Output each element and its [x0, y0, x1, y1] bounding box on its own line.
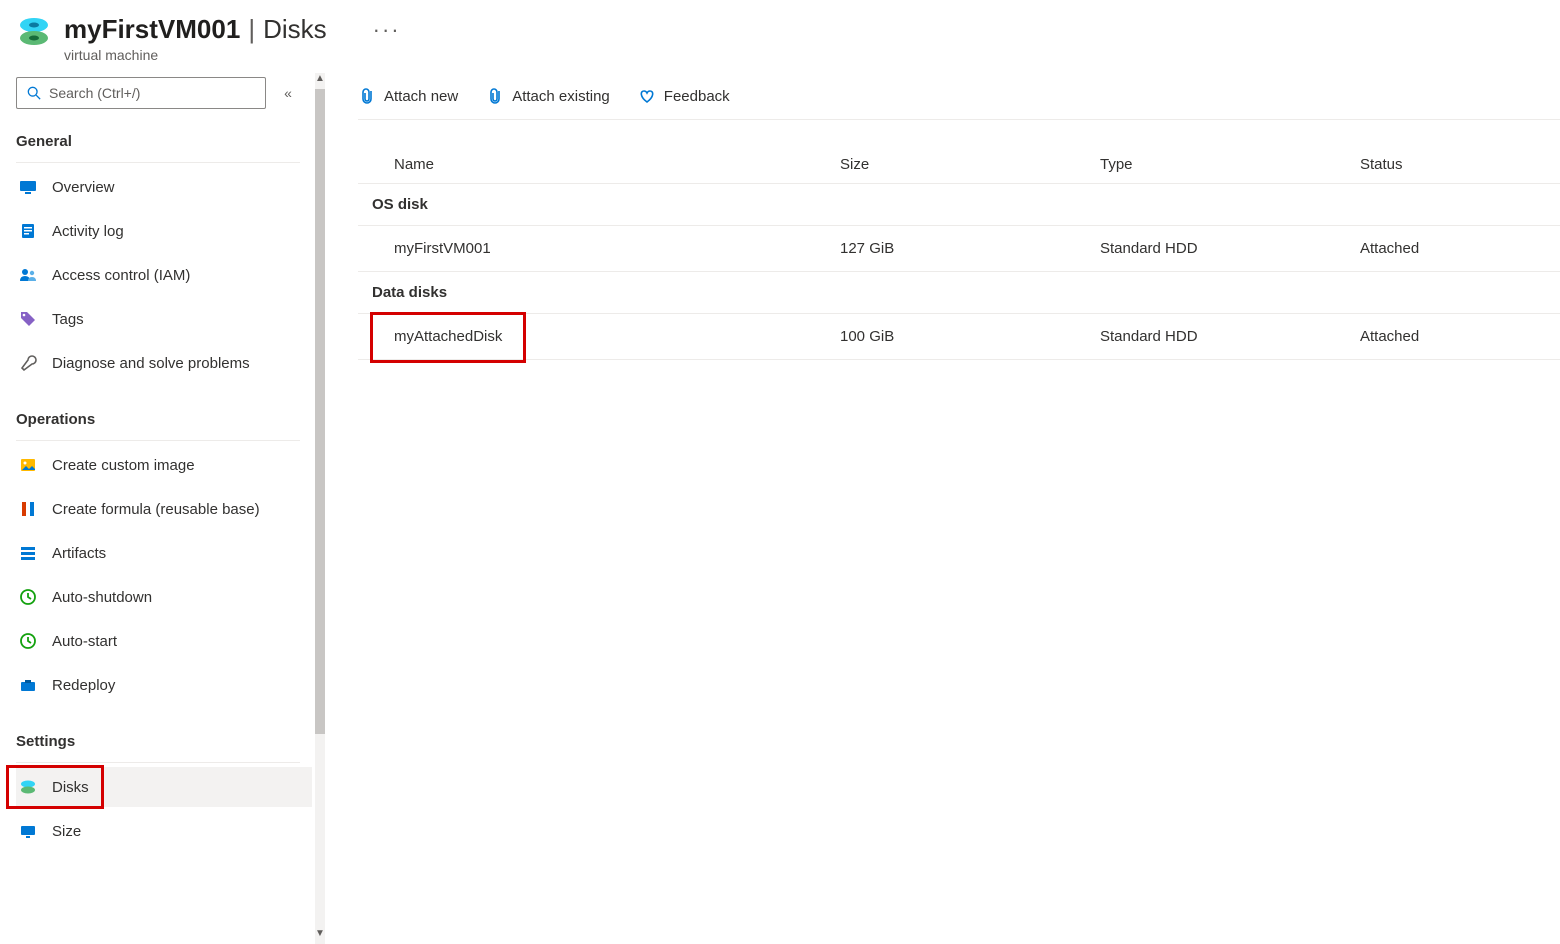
cell-type: Standard HDD [1100, 328, 1360, 345]
log-icon [18, 221, 38, 241]
cell-status: Attached [1360, 240, 1560, 257]
column-type: Type [1100, 156, 1360, 173]
disk-icon [18, 777, 38, 797]
section-settings: Settings [16, 723, 312, 760]
sidebar-item-tags[interactable]: Tags [16, 299, 312, 339]
paperclip-icon [486, 87, 504, 105]
paperclip-icon [358, 87, 376, 105]
main-content: Attach new Attach existing Feedback Name… [328, 73, 1560, 944]
section-operations: Operations [16, 401, 312, 438]
sidebar-item-label: Redeploy [52, 677, 115, 694]
sidebar-item-disks[interactable]: Disks [16, 767, 312, 807]
wrench-icon [18, 353, 38, 373]
disk-table: Name Size Type Status OS disk myFirstVM0… [358, 146, 1560, 360]
search-box[interactable] [16, 77, 266, 109]
attach-existing-button[interactable]: Attach existing [486, 87, 610, 105]
sidebar-item-size[interactable]: Size [16, 811, 312, 851]
feedback-button[interactable]: Feedback [638, 87, 730, 105]
sidebar-item-label: Artifacts [52, 545, 106, 562]
attach-new-button[interactable]: Attach new [358, 87, 458, 105]
sidebar-item-overview[interactable]: Overview [16, 167, 312, 207]
image-icon [18, 455, 38, 475]
sidebar-item-label: Disks [52, 779, 89, 796]
resource-name: myFirstVM001 [64, 14, 240, 45]
sidebar-item-label: Size [52, 823, 81, 840]
cell-size: 127 GiB [840, 240, 1100, 257]
sidebar-scrollbar[interactable]: ▲ ▼ [312, 73, 328, 944]
sidebar-item-label: Diagnose and solve problems [52, 355, 250, 372]
divider [16, 440, 300, 441]
group-os-disk: OS disk [358, 183, 1560, 226]
collapse-sidebar-button[interactable]: « [276, 85, 300, 101]
sidebar-item-label: Access control (IAM) [52, 267, 190, 284]
sidebar: « General Overview Activity log Access c… [0, 73, 312, 944]
redeploy-icon [18, 675, 38, 695]
toolbar: Attach new Attach existing Feedback [358, 77, 1560, 120]
vm-disk-icon [16, 14, 52, 50]
sidebar-item-label: Auto-start [52, 633, 117, 650]
sidebar-item-access-control[interactable]: Access control (IAM) [16, 255, 312, 295]
section-general: General [16, 123, 312, 160]
cell-size: 100 GiB [840, 328, 1100, 345]
sidebar-item-label: Activity log [52, 223, 124, 240]
toolbar-label: Attach existing [512, 88, 610, 105]
sidebar-item-label: Tags [52, 311, 84, 328]
clock-icon [18, 631, 38, 651]
people-icon [18, 265, 38, 285]
tag-icon [18, 309, 38, 329]
toolbar-label: Attach new [384, 88, 458, 105]
divider [16, 762, 300, 763]
page-header: myFirstVM001 | Disks ··· virtual machine [0, 0, 1560, 73]
sidebar-item-create-image[interactable]: Create custom image [16, 445, 312, 485]
group-data-disks: Data disks [358, 272, 1560, 314]
sidebar-item-label: Overview [52, 179, 115, 196]
sidebar-item-label: Create formula (reusable base) [52, 501, 260, 518]
more-actions-button[interactable]: ··· [373, 17, 401, 43]
toolbar-label: Feedback [664, 88, 730, 105]
sidebar-item-auto-shutdown[interactable]: Auto-shutdown [16, 577, 312, 617]
sidebar-item-create-formula[interactable]: Create formula (reusable base) [16, 489, 312, 529]
cell-name: myAttachedDisk [394, 328, 840, 345]
cell-name: myFirstVM001 [394, 240, 840, 257]
artifacts-icon [18, 543, 38, 563]
search-input[interactable] [49, 85, 255, 101]
clock-icon [18, 587, 38, 607]
cell-status: Attached [1360, 328, 1560, 345]
sidebar-item-activity-log[interactable]: Activity log [16, 211, 312, 251]
section-title: Disks [263, 14, 327, 45]
resource-type-label: virtual machine [64, 47, 401, 63]
scroll-thumb[interactable] [315, 89, 325, 734]
highlight-box: myAttachedDisk [394, 328, 502, 345]
size-icon [18, 821, 38, 841]
sidebar-item-auto-start[interactable]: Auto-start [16, 621, 312, 661]
formula-icon [18, 499, 38, 519]
column-size: Size [840, 156, 1100, 173]
title-separator: | [246, 14, 257, 45]
table-header-row: Name Size Type Status [358, 146, 1560, 183]
column-name: Name [394, 156, 840, 173]
divider [16, 162, 300, 163]
sidebar-item-label: Create custom image [52, 457, 195, 474]
column-status: Status [1360, 156, 1560, 173]
search-icon [27, 86, 41, 100]
scroll-up-icon[interactable]: ▲ [315, 73, 325, 89]
sidebar-item-diagnose[interactable]: Diagnose and solve problems [16, 343, 312, 383]
table-row[interactable]: myAttachedDisk 100 GiB Standard HDD Atta… [358, 314, 1560, 360]
sidebar-item-label: Auto-shutdown [52, 589, 152, 606]
table-row[interactable]: myFirstVM001 127 GiB Standard HDD Attach… [358, 226, 1560, 272]
sidebar-item-redeploy[interactable]: Redeploy [16, 665, 312, 705]
monitor-icon [18, 177, 38, 197]
scroll-down-icon[interactable]: ▼ [315, 928, 325, 944]
cell-type: Standard HDD [1100, 240, 1360, 257]
sidebar-item-artifacts[interactable]: Artifacts [16, 533, 312, 573]
